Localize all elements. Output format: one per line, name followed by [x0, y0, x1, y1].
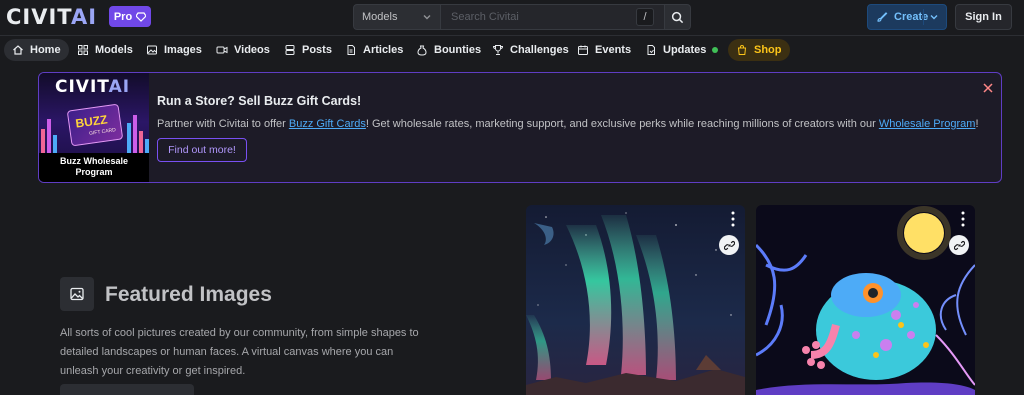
calendar-icon — [578, 45, 588, 55]
nav-label: Bounties — [434, 44, 482, 56]
posts-icon — [285, 45, 295, 55]
pro-badge-button[interactable]: Pro — [109, 6, 151, 27]
neon-frog-artwork-image — [756, 205, 975, 395]
link-icon[interactable] — [949, 235, 969, 255]
buzz-gift-cards-link[interactable]: Buzz Gift Cards — [289, 118, 366, 130]
shortcut-key-badge: / — [636, 8, 654, 26]
chevron-down-icon[interactable] — [928, 11, 940, 23]
nav-label: Posts — [302, 44, 332, 56]
nav-item-articles[interactable]: Articles — [337, 39, 411, 61]
main-nav: Home Models Images Videos Posts Articles… — [0, 37, 1024, 63]
trophy-icon — [492, 45, 504, 55]
nav-label: Images — [164, 44, 202, 56]
featured-images-description: All sorts of cool pictures created by ou… — [60, 327, 419, 377]
search-icon — [671, 11, 684, 23]
banner-image-caption: Buzz Wholesale Program — [39, 153, 149, 182]
nav-item-videos[interactable]: Videos — [208, 39, 278, 61]
more-options-icon[interactable] — [731, 211, 735, 227]
find-out-more-button[interactable]: Find out more! — [157, 138, 247, 162]
aurora-artwork-image — [526, 205, 745, 395]
diamond-icon — [136, 11, 147, 22]
brush-icon — [877, 12, 888, 22]
create-button[interactable]: Create — [867, 4, 947, 30]
featured-image-card[interactable] — [756, 205, 975, 395]
updates-icon — [647, 45, 655, 55]
updates-indicator-dot — [712, 47, 719, 53]
nav-item-posts[interactable]: Posts — [276, 39, 340, 61]
moneybag-icon — [417, 45, 427, 56]
close-icon[interactable] — [981, 81, 995, 95]
gift-card-subtitle: GIFT CARD — [88, 127, 117, 137]
banner-image-logo: CIVITAI — [55, 77, 131, 97]
shopping-bag-icon — [737, 45, 747, 55]
image-icon — [60, 277, 94, 311]
search-category-value: Models — [362, 11, 398, 23]
nav-item-images[interactable]: Images — [138, 39, 210, 61]
nav-label: Challenges — [510, 44, 569, 56]
nav-item-bounties[interactable]: Bounties — [408, 39, 489, 61]
featured-image-card[interactable] — [526, 205, 745, 395]
wholesale-program-link[interactable]: Wholesale Program — [879, 118, 976, 130]
nav-label: Videos — [234, 44, 270, 56]
buzz-gift-card-image[interactable]: CIVITAI BUZZ GIFT CARD Buzz Wholesale Pr… — [39, 73, 149, 182]
search-bar: Models Search Civitai / — [353, 4, 691, 30]
more-options-icon[interactable] — [961, 211, 965, 227]
nav-label: Home — [30, 44, 61, 56]
link-icon[interactable] — [719, 235, 739, 255]
chevron-down-icon — [423, 15, 431, 20]
video-icon — [216, 46, 228, 54]
home-icon — [13, 45, 23, 55]
nav-item-events[interactable]: Events — [569, 39, 639, 61]
banner-description: Partner with Civitai to offer Buzz Gift … — [157, 118, 979, 130]
civitai-logo[interactable]: CIVITAI — [6, 5, 97, 29]
gift-card-graphic: BUZZ GIFT CARD — [66, 103, 124, 147]
search-placeholder: Search Civitai — [451, 11, 519, 23]
nav-item-models[interactable]: Models — [69, 39, 141, 61]
promo-banner: CIVITAI BUZZ GIFT CARD Buzz Wholesale Pr… — [38, 72, 1002, 183]
article-icon — [347, 45, 355, 55]
search-button[interactable] — [665, 4, 691, 30]
nav-label: Models — [95, 44, 133, 56]
nav-label: Shop — [754, 44, 782, 56]
nav-item-updates[interactable]: Updates — [637, 39, 726, 61]
pro-label: Pro — [113, 10, 133, 23]
top-header: CIVITAI Pro Models Search Civitai / Crea… — [0, 0, 1024, 36]
nav-item-challenges[interactable]: Challenges — [484, 39, 577, 61]
nav-item-shop[interactable]: Shop — [728, 39, 790, 61]
nav-label: Articles — [363, 44, 404, 56]
grid-icon — [78, 45, 88, 55]
banner-title: Run a Store? Sell Buzz Gift Cards! — [157, 94, 362, 108]
logo-text-accent: AI — [71, 5, 98, 29]
image-icon — [147, 45, 157, 55]
nav-label: Events — [595, 44, 632, 56]
featured-images-heading: Featured Images — [105, 283, 272, 306]
search-category-select[interactable]: Models — [353, 4, 441, 30]
nav-item-home[interactable]: Home — [4, 39, 69, 61]
search-input[interactable]: Search Civitai / — [441, 4, 665, 30]
nav-label: Updates — [663, 44, 707, 56]
sign-in-button[interactable]: Sign In — [955, 4, 1012, 30]
featured-explore-button[interactable] — [60, 384, 194, 395]
logo-text-main: CIVIT — [6, 5, 71, 29]
